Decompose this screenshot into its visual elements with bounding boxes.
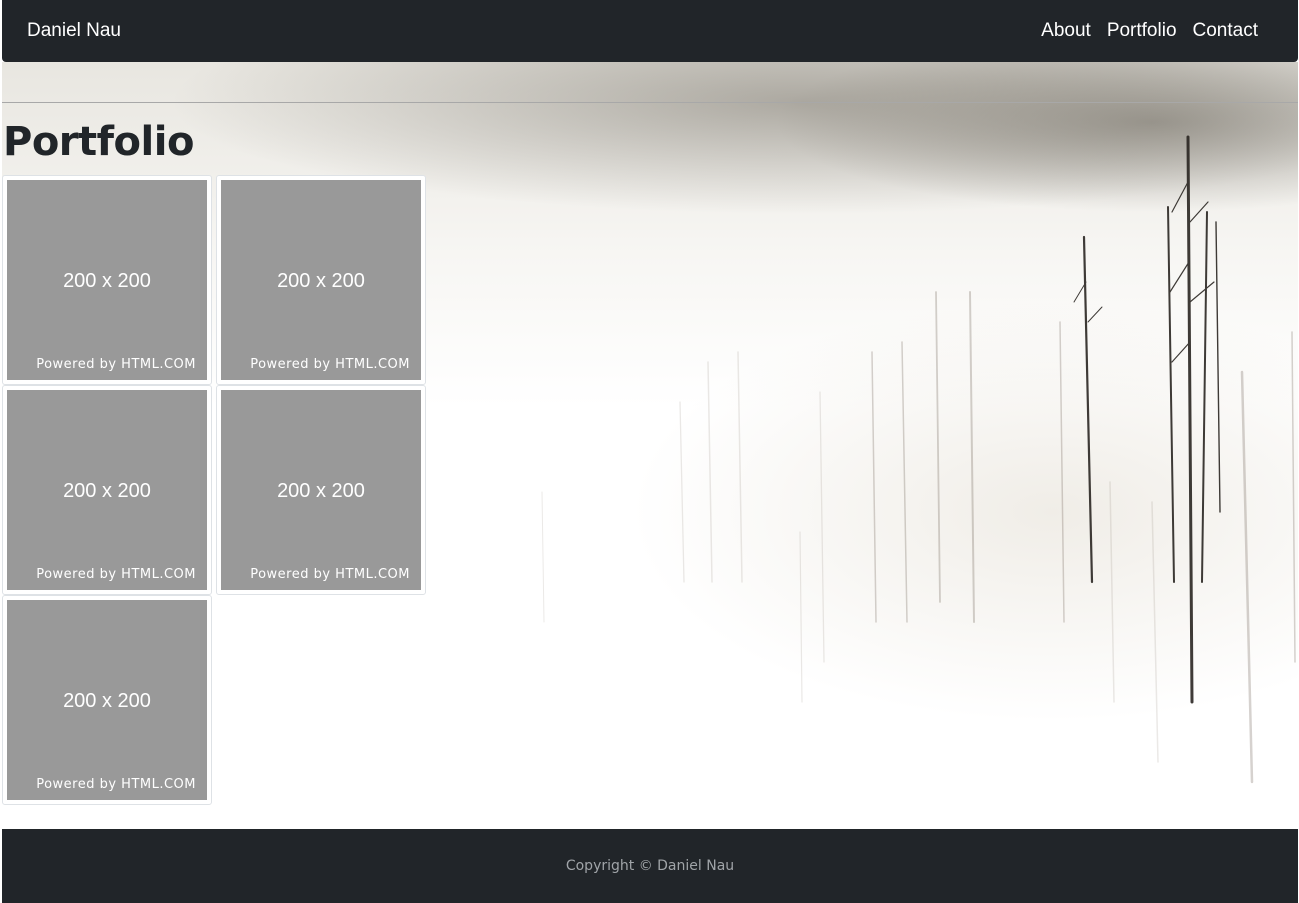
portfolio-thumbnail-1[interactable]: 200 x 200 Powered by HTML.COM	[2, 175, 212, 385]
portfolio-thumbnail-3[interactable]: 200 x 200 Powered by HTML.COM	[2, 385, 212, 595]
portfolio-thumbnail-2[interactable]: 200 x 200 Powered by HTML.COM	[216, 175, 426, 385]
placeholder-image: 200 x 200 Powered by HTML.COM	[7, 390, 207, 590]
placeholder-image: 200 x 200 Powered by HTML.COM	[221, 390, 421, 590]
nav-link-portfolio[interactable]: Portfolio	[1107, 20, 1177, 42]
image-size-label: 200 x 200	[63, 270, 151, 292]
page-title: Portfolio	[3, 119, 194, 165]
placeholder-image: 200 x 200 Powered by HTML.COM	[7, 600, 207, 800]
placeholder-image: 200 x 200 Powered by HTML.COM	[221, 180, 421, 380]
nav-links: About Portfolio Contact	[1041, 20, 1258, 42]
divider	[2, 102, 1298, 103]
image-size-label: 200 x 200	[277, 480, 365, 502]
navbar: Daniel Nau About Portfolio Contact	[2, 0, 1298, 62]
image-size-label: 200 x 200	[63, 480, 151, 502]
powered-by-label: Powered by HTML.COM	[250, 567, 410, 582]
footer: Copyright © Daniel Nau	[2, 829, 1298, 903]
nav-link-about[interactable]: About	[1041, 20, 1091, 42]
brand-link[interactable]: Daniel Nau	[27, 20, 121, 42]
powered-by-label: Powered by HTML.COM	[250, 357, 410, 372]
nav-link-contact[interactable]: Contact	[1193, 20, 1258, 42]
portfolio-thumbnail-4[interactable]: 200 x 200 Powered by HTML.COM	[216, 385, 426, 595]
powered-by-label: Powered by HTML.COM	[36, 567, 196, 582]
placeholder-image: 200 x 200 Powered by HTML.COM	[7, 180, 207, 380]
copyright-text: Copyright © Daniel Nau	[565, 858, 735, 874]
image-size-label: 200 x 200	[277, 270, 365, 292]
image-size-label: 200 x 200	[63, 690, 151, 712]
page: Daniel Nau About Portfolio Contact Portf…	[0, 0, 1299, 903]
powered-by-label: Powered by HTML.COM	[36, 777, 196, 792]
portfolio-thumbnail-5[interactable]: 200 x 200 Powered by HTML.COM	[2, 595, 212, 805]
powered-by-label: Powered by HTML.COM	[36, 357, 196, 372]
